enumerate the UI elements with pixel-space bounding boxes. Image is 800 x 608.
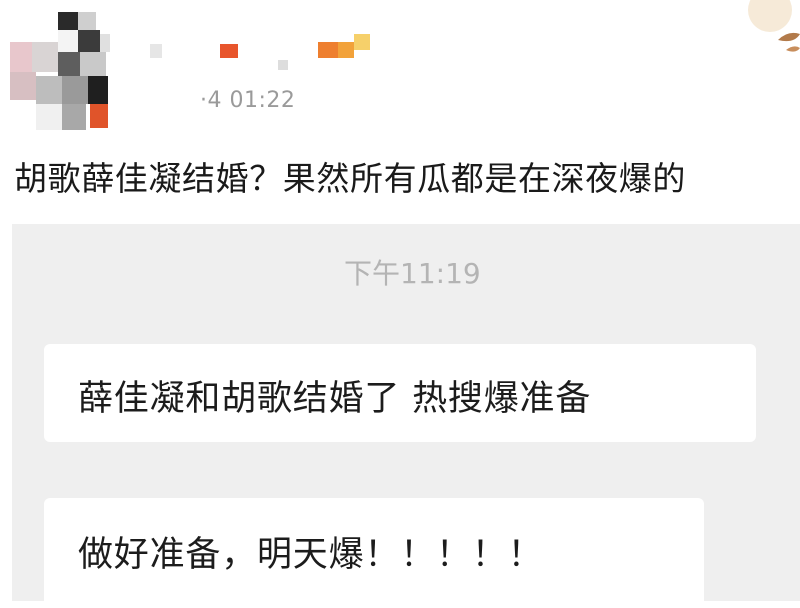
message-bubble[interactable]: 做好准备，明天爆！！！！！ — [44, 498, 704, 608]
chat-time: 下午11:19 — [344, 257, 481, 290]
post-caption: 胡歌薛佳凝结婚？果然所有瓜都是在深夜爆的 — [14, 159, 686, 198]
avatar[interactable] — [10, 12, 110, 130]
message-text: 做好准备，明天爆！！！！！ — [78, 535, 544, 575]
post-timestamp: ·4 01:22 — [200, 88, 296, 113]
chat-screenshot: 下午11:19 薛佳凝和胡歌结婚了 热搜爆准备 做好准备，明天爆！！！！！ — [12, 224, 800, 608]
message-text: 薛佳凝和胡歌结婚了 热搜爆准备 — [78, 379, 592, 419]
decoration-icon — [748, 0, 800, 52]
username-redacted[interactable] — [150, 32, 380, 76]
message-bubble[interactable]: 薛佳凝和胡歌结婚了 热搜爆准备 — [44, 344, 756, 442]
post-header: ·4 01:22 — [0, 0, 800, 140]
